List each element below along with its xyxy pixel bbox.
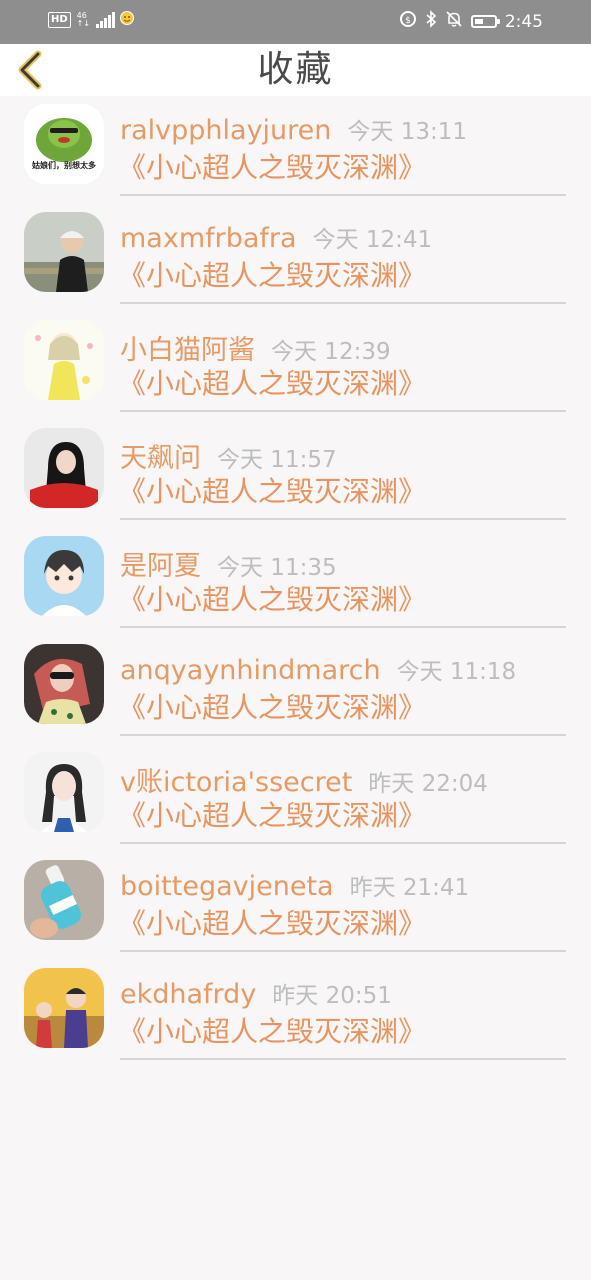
favorite-item[interactable]: maxmfrbafra 今天 12:41 《小心超人之毁灭深渊》 bbox=[0, 204, 591, 312]
divider bbox=[120, 950, 566, 952]
battery-icon bbox=[470, 15, 500, 28]
avatar[interactable] bbox=[24, 752, 104, 832]
avatar[interactable] bbox=[24, 860, 104, 940]
book-title[interactable]: 《小心超人之毁灭深渊》 bbox=[118, 1012, 566, 1052]
status-bar: HD 46 ↑↓ $ 2:45 bbox=[0, 0, 591, 44]
book-title[interactable]: 《小心超人之毁灭深渊》 bbox=[118, 688, 566, 728]
avatar[interactable] bbox=[24, 212, 104, 292]
username[interactable]: 是阿夏 bbox=[120, 544, 201, 583]
bluetooth-icon bbox=[425, 10, 437, 33]
data-saver-icon: $ bbox=[399, 10, 417, 33]
favorites-list: 姑娘们，别想太多 ralvpphlayjuren 今天 13:11 《小心超人之… bbox=[0, 96, 591, 1068]
avatar[interactable] bbox=[24, 536, 104, 616]
avatar[interactable] bbox=[24, 428, 104, 508]
book-title[interactable]: 《小心超人之毁灭深渊》 bbox=[118, 472, 566, 512]
divider bbox=[120, 194, 566, 196]
timestamp: 今天 11:35 bbox=[217, 555, 337, 581]
timestamp: 今天 11:57 bbox=[217, 447, 337, 473]
username[interactable]: 小白猫阿酱 bbox=[120, 328, 255, 367]
favorite-item[interactable]: boittegavjeneta 昨天 21:41 《小心超人之毁灭深渊》 bbox=[0, 852, 591, 960]
favorite-item[interactable]: 是阿夏 今天 11:35 《小心超人之毁灭深渊》 bbox=[0, 528, 591, 636]
divider bbox=[120, 302, 566, 304]
book-title[interactable]: 《小心超人之毁灭深渊》 bbox=[118, 364, 566, 404]
username[interactable]: maxmfrbafra bbox=[120, 223, 297, 254]
divider bbox=[120, 626, 566, 628]
timestamp: 今天 12:41 bbox=[312, 227, 433, 253]
timestamp: 昨天 20:51 bbox=[272, 983, 392, 1009]
favorite-item[interactable]: ekdhafrdy 昨天 20:51 《小心超人之毁灭深渊》 bbox=[0, 960, 591, 1068]
avatar[interactable] bbox=[24, 320, 104, 400]
timestamp: 昨天 21:41 bbox=[349, 875, 470, 901]
svg-text:$: $ bbox=[405, 16, 411, 26]
book-title[interactable]: 《小心超人之毁灭深渊》 bbox=[118, 796, 566, 836]
book-title[interactable]: 《小心超人之毁灭深渊》 bbox=[118, 580, 566, 620]
status-time: 2:45 bbox=[504, 11, 543, 32]
favorite-item[interactable]: 小白猫阿酱 今天 12:39 《小心超人之毁灭深渊》 bbox=[0, 312, 591, 420]
divider bbox=[120, 518, 566, 520]
divider bbox=[120, 1058, 566, 1060]
page-title: 收藏 bbox=[257, 49, 334, 90]
book-title[interactable]: 《小心超人之毁灭深渊》 bbox=[118, 256, 566, 296]
divider bbox=[120, 734, 566, 736]
username[interactable]: ralvpphlayjuren bbox=[120, 115, 331, 146]
username[interactable]: v账ictoria'ssecret bbox=[120, 760, 352, 799]
status-left: HD 46 ↑↓ bbox=[48, 10, 135, 29]
timestamp: 今天 13:11 bbox=[347, 119, 467, 145]
avatar[interactable] bbox=[24, 968, 104, 1048]
divider bbox=[120, 410, 566, 412]
status-right: $ 2:45 bbox=[399, 10, 543, 33]
timestamp: 今天 11:18 bbox=[396, 659, 517, 685]
favorite-item[interactable]: v账ictoria'ssecret 昨天 22:04 《小心超人之毁灭深渊》 bbox=[0, 744, 591, 852]
username[interactable]: anqyaynhindmarch bbox=[120, 655, 381, 686]
header: 收藏 bbox=[0, 44, 591, 96]
username[interactable]: 天飙问 bbox=[120, 436, 201, 475]
network-arrows: ↑↓ bbox=[76, 18, 91, 28]
avatar-caption: 姑娘们，别想太多 bbox=[32, 160, 96, 170]
back-arrow-icon bbox=[18, 50, 42, 90]
favorite-item[interactable]: anqyaynhindmarch 今天 11:18 《小心超人之毁灭深渊》 bbox=[0, 636, 591, 744]
back-button[interactable] bbox=[12, 50, 52, 90]
divider bbox=[120, 842, 566, 844]
hd-badge: HD bbox=[48, 11, 71, 28]
signal-icon bbox=[96, 11, 116, 28]
timestamp: 昨天 22:04 bbox=[368, 771, 488, 797]
username[interactable]: ekdhafrdy bbox=[120, 979, 256, 1010]
book-title[interactable]: 《小心超人之毁灭深渊》 bbox=[118, 148, 566, 188]
mute-bell-icon bbox=[445, 10, 463, 33]
username[interactable]: boittegavjeneta bbox=[120, 871, 334, 902]
avatar[interactable] bbox=[24, 644, 104, 724]
avatar[interactable]: 姑娘们，别想太多 bbox=[24, 104, 104, 184]
book-title[interactable]: 《小心超人之毁灭深渊》 bbox=[118, 904, 566, 944]
timestamp: 今天 12:39 bbox=[271, 339, 391, 365]
network-indicator: 46 ↑↓ bbox=[76, 11, 91, 28]
favorite-item[interactable]: 姑娘们，别想太多 ralvpphlayjuren 今天 13:11 《小心超人之… bbox=[0, 96, 591, 204]
favorite-item[interactable]: 天飙问 今天 11:57 《小心超人之毁灭深渊》 bbox=[0, 420, 591, 528]
notification-emoji-icon bbox=[119, 10, 135, 29]
